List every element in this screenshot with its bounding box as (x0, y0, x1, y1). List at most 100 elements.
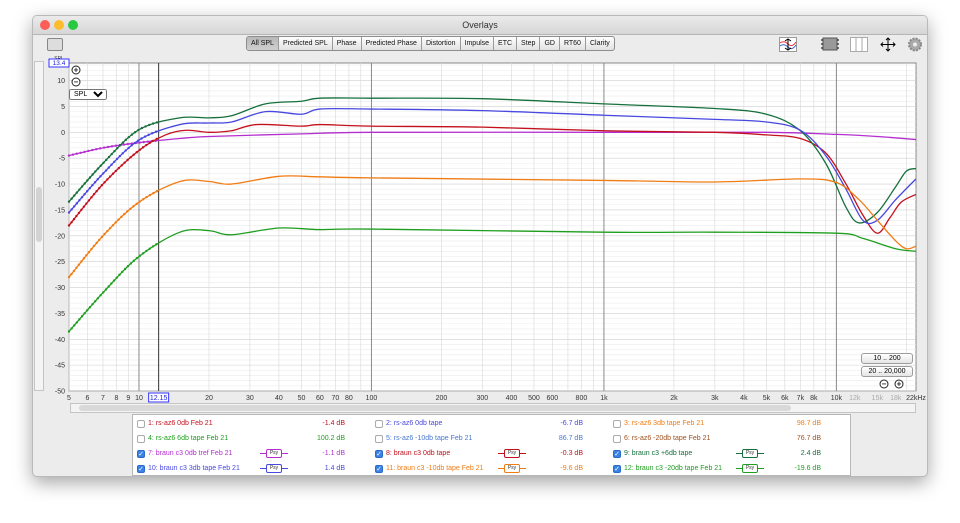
legend-checkbox[interactable] (137, 435, 145, 443)
series-marker (67, 154, 71, 157)
psy-smoothing-button[interactable]: Psy (498, 464, 526, 473)
x-tick-label: 15k (872, 395, 884, 402)
series-marker (114, 144, 118, 147)
x-tick-label: 12k (849, 395, 861, 402)
series-marker (70, 327, 73, 330)
series-marker (108, 226, 112, 230)
legend-item: ✓ 9: braun c3 +6db tape Psy 2.4 dB (611, 447, 847, 460)
series-marker (85, 190, 89, 193)
series-marker (148, 141, 151, 145)
series-marker (118, 154, 122, 158)
series-marker (110, 145, 114, 148)
series-marker (90, 196, 93, 199)
series-marker (120, 215, 123, 219)
legend-label: 9: braun c3 +6db tape (624, 450, 693, 457)
legend-label: 1: rs-az6 0db Feb 21 (148, 420, 213, 427)
series-marker (80, 260, 83, 263)
legend-checkbox[interactable] (613, 420, 621, 428)
series-marker (73, 324, 76, 327)
x-tick-label: 100 (366, 395, 378, 402)
psy-smoothing-button[interactable]: Psy (498, 449, 526, 458)
psy-smoothing-button[interactable]: Psy (736, 449, 764, 458)
x-tick-label: 6k (781, 395, 789, 402)
legend-checkbox[interactable]: ✓ (613, 450, 621, 458)
legend-value: 86.7 dB (558, 435, 583, 442)
series-marker (138, 200, 142, 203)
series-marker (95, 189, 98, 193)
series-marker (132, 205, 135, 208)
legend-checkbox[interactable] (375, 420, 383, 428)
measurement-type-select[interactable]: SPL (69, 89, 107, 100)
legend-checkbox[interactable]: ✓ (137, 450, 145, 458)
x-tick-label: 8k (810, 395, 818, 402)
series-marker (129, 262, 133, 265)
series-marker (123, 212, 126, 216)
legend-label: 6: rs-az6 -20db tape Feb 21 (624, 435, 711, 442)
series-marker (67, 330, 71, 333)
psy-smoothing-button[interactable]: Psy (260, 449, 288, 458)
series-marker (99, 294, 102, 297)
series-marker (98, 147, 102, 150)
series-marker (114, 169, 118, 173)
legend-checkbox[interactable] (613, 435, 621, 443)
psy-smoothing-button[interactable]: Psy (260, 464, 288, 473)
legend-checkbox[interactable] (137, 420, 145, 428)
horizontal-scroll-thumb[interactable] (79, 405, 791, 411)
series-marker (103, 232, 106, 236)
series-marker (96, 167, 100, 170)
series-marker (86, 309, 89, 312)
series-marker (67, 211, 71, 214)
y-tick-label: 10 (57, 78, 65, 85)
y-cursor-value: 13.4 (53, 60, 66, 67)
series-marker (126, 210, 129, 213)
horizontal-scrollbar[interactable] (70, 403, 916, 413)
range-10-200-button[interactable]: 10 .. 200 (861, 353, 913, 364)
series-marker (155, 190, 159, 193)
zoom-in-x-icon-glyph: + (897, 380, 902, 389)
x-tick-label: 5k (763, 395, 771, 402)
psy-smoothing-button[interactable]: Psy (736, 464, 764, 473)
psy-label: Psy (266, 449, 282, 458)
legend-checkbox[interactable]: ✓ (375, 450, 383, 458)
y-tick-label: -35 (55, 311, 65, 318)
y-tick-label: -50 (55, 389, 65, 396)
series-marker (78, 199, 81, 202)
range-20-20000-button[interactable]: 20 .. 20,000 (861, 366, 913, 377)
series-marker (70, 197, 73, 200)
series-marker (106, 178, 109, 181)
overlays-window: Overlays All SPL Predicted SPL Phase Predic… (32, 15, 928, 477)
series-marker (83, 312, 86, 315)
series-marker (75, 321, 79, 324)
y-tick-label: -30 (55, 285, 65, 292)
legend-checkbox[interactable] (375, 435, 383, 443)
series-marker (138, 141, 141, 144)
series-marker (132, 153, 135, 156)
legend-checkbox[interactable]: ✓ (137, 465, 145, 473)
x-tick-label: 7 (101, 395, 105, 402)
spl-overlay-chart[interactable]: 1050-5-10-15-20-25-30-35-40-45-505 6 7 8 9 10… (33, 16, 928, 416)
series-marker (75, 191, 79, 194)
legend-item: 4: rs-az6 6db tape Feb 21 100.2 dB (135, 432, 371, 445)
x-tick-label: 5 (67, 395, 71, 402)
series-marker (145, 249, 148, 253)
series-marker (140, 126, 144, 130)
legend-value: -1.1 dB (322, 450, 345, 457)
series-marker (133, 131, 137, 134)
legend-checkbox[interactable]: ✓ (613, 465, 621, 473)
series-marker (102, 291, 105, 294)
series-marker (75, 266, 78, 269)
legend-item: ✓ 7: braun c3 0db tref Feb 21 Psy -1.1 dB (135, 447, 371, 460)
y-tick-label: -10 (55, 182, 65, 189)
series-marker (80, 315, 84, 318)
plot-area[interactable] (68, 62, 917, 392)
series-marker (141, 146, 145, 149)
y-tick-label: -20 (55, 233, 65, 240)
series-marker (151, 122, 155, 125)
x-tick-label: 1k (600, 395, 608, 402)
series-marker (88, 176, 92, 179)
legend-item: ✓ 10: braun c3 3db tape Feb 21 Psy 1.4 dB (135, 462, 371, 475)
legend-checkbox[interactable]: ✓ (375, 465, 383, 473)
x-tick-label: 18k (890, 395, 902, 402)
series-marker (106, 145, 110, 149)
x-tick-label: 6 (85, 395, 89, 402)
